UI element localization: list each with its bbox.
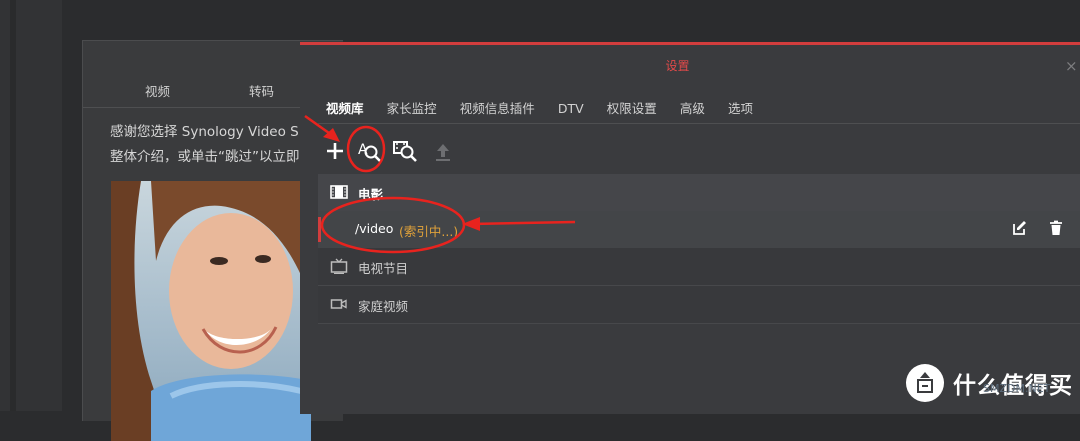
wizard-photo	[111, 181, 311, 441]
index-search-icon[interactable]: A	[356, 138, 382, 164]
library-group-label: 家庭视频	[358, 299, 409, 314]
tab-divider	[318, 123, 1080, 124]
indexing-status: (索引中...)	[399, 224, 459, 239]
edit-icon[interactable]	[1012, 220, 1028, 240]
folder-path: /video	[355, 221, 394, 236]
left-divider	[10, 0, 16, 411]
tab-permissions[interactable]: 权限设置	[607, 98, 657, 117]
wizard-intro-line2: 整体介绍，或单击“跳过”以立即	[110, 149, 300, 165]
tab-parental-control[interactable]: 家长监控	[387, 98, 437, 117]
tab-options[interactable]: 选项	[728, 98, 753, 117]
tab-video-info-plugin[interactable]: 视频信息插件	[460, 98, 535, 117]
delete-icon[interactable]	[1048, 220, 1064, 240]
dialog-title: 设置	[665, 59, 690, 73]
wizard-tab-transcode[interactable]: 转码	[249, 81, 274, 100]
camera-icon	[330, 296, 348, 316]
plus-icon[interactable]	[322, 138, 348, 164]
wizard-tab-video[interactable]: 视频	[145, 81, 170, 100]
library-group-label: 电影	[358, 187, 384, 202]
library-group-label: 电视节目	[358, 261, 409, 276]
tab-dtv[interactable]: DTV	[558, 101, 584, 116]
library-group-movies[interactable]: 电影	[318, 174, 1080, 211]
settings-tabs: 视频库 家长监控 视频信息插件 DTV 权限设置 高级 选项	[326, 98, 771, 120]
upload-icon[interactable]	[430, 138, 456, 164]
wizard-intro-text: 感谢您选择 Synology Video S 整体介绍，或单击“跳过”以立即	[110, 120, 310, 170]
tab-video-library[interactable]: 视频库	[326, 98, 364, 117]
close-icon[interactable]: ×	[1065, 57, 1078, 75]
settings-dialog: 设置 × 视频库 家长监控 视频信息插件 DTV 权限设置 高级 选项 A 电影…	[300, 42, 1080, 414]
wizard-tab-divider	[83, 107, 323, 108]
selection-indicator	[318, 217, 321, 242]
library-group-tv-shows[interactable]: 电视节目	[318, 248, 1080, 286]
tab-advanced[interactable]: 高级	[680, 98, 705, 117]
library-group-home-videos[interactable]: 家庭视频	[318, 286, 1080, 324]
film-icon	[330, 184, 348, 204]
watermark-logo	[906, 364, 944, 402]
media-search-icon[interactable]	[392, 138, 418, 164]
wizard-intro-line1: 感谢您选择 Synology Video S	[110, 124, 299, 140]
library-folder-row[interactable]: /video (索引中...)	[318, 211, 1080, 248]
watermark-subtext: SMZDM.NET	[983, 382, 1051, 395]
tv-icon	[330, 258, 348, 278]
